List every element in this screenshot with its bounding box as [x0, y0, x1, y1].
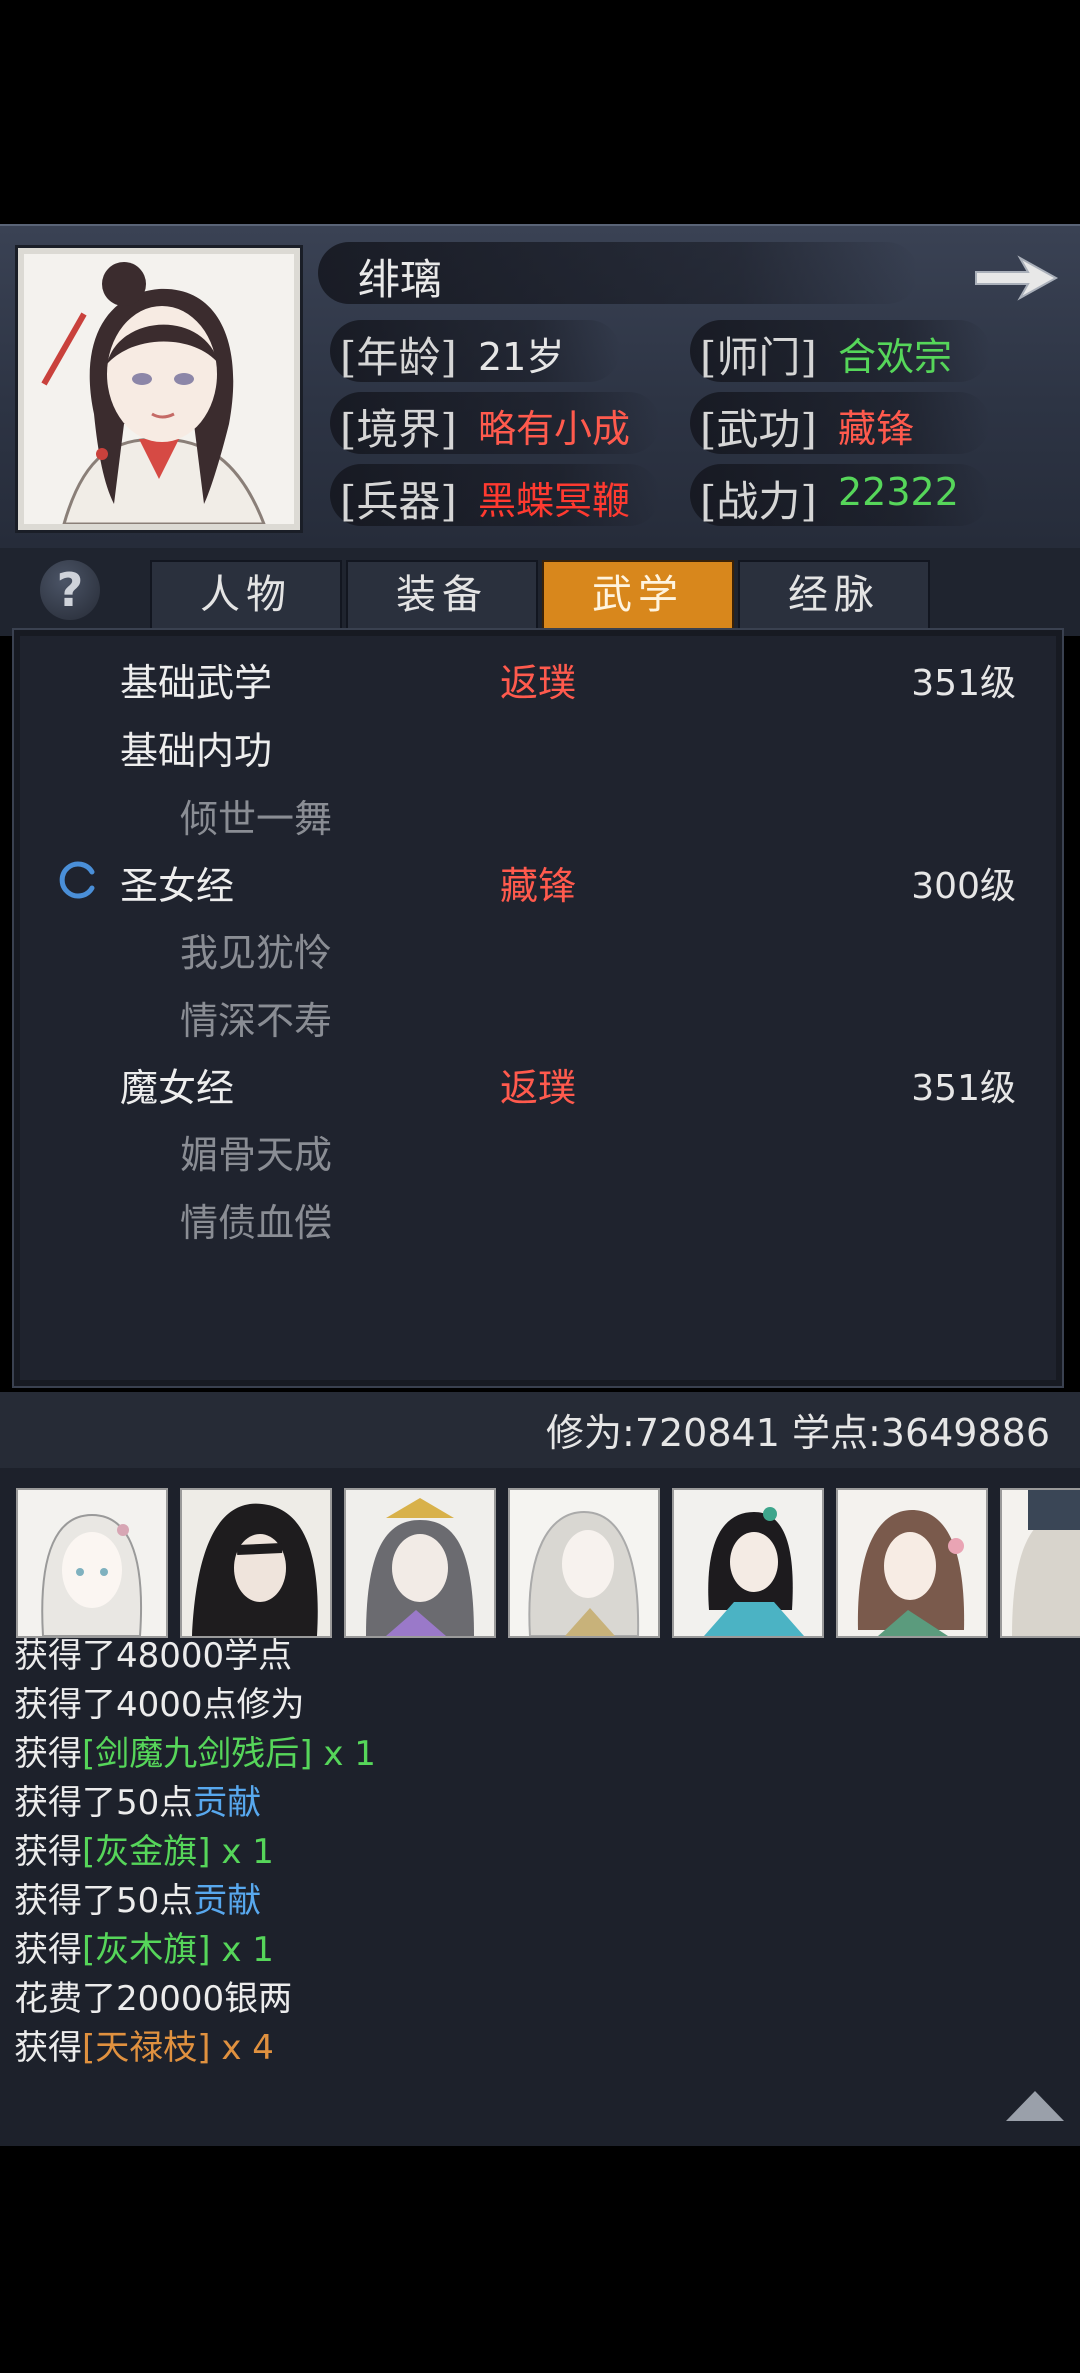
- cultivation-stats: 修为:720841 学点:3649886: [546, 1411, 1050, 1455]
- character-card-image: [182, 1490, 330, 1636]
- portrait-image: [24, 254, 294, 524]
- log-line: 获得[剑魔九剑残后] x 1: [14, 1726, 376, 1775]
- character-card[interactable]: [508, 1488, 660, 1638]
- log-text: 获得了50点: [14, 1881, 194, 1921]
- log-text: 获得: [14, 1832, 82, 1872]
- log-text: 花费了20000银两: [14, 1979, 293, 2019]
- question-icon[interactable]: ?: [40, 560, 100, 620]
- skill-level: 351级: [911, 663, 1016, 704]
- log-line: 获得[灰金旗] x 1: [14, 1824, 274, 1873]
- character-header: 绯璃 [年龄] 21岁 [师门] 合欢宗 [境界] 略有小成 [武功] 藏锋 […: [0, 224, 1080, 548]
- log-line: 获得了4000点修为: [14, 1677, 305, 1726]
- skill-level: 351级: [911, 1068, 1016, 1109]
- age-label: [年龄]: [340, 333, 457, 382]
- log-text: 获得: [14, 2028, 82, 2068]
- character-card-image: [346, 1490, 494, 1636]
- character-card[interactable]: [180, 1488, 332, 1638]
- character-card-image: [1002, 1490, 1080, 1636]
- skill-sub[interactable]: 情债血偿: [180, 1192, 332, 1247]
- tab-meridians[interactable]: 经脉: [738, 560, 930, 630]
- character-card-image: [674, 1490, 822, 1636]
- log-line: 获得了50点贡献: [14, 1873, 261, 1922]
- weapon-value: 黑蝶冥鞭: [478, 479, 631, 523]
- character-card[interactable]: [672, 1488, 824, 1638]
- realm-value: 略有小成: [478, 407, 631, 451]
- tab-equipment[interactable]: 装备: [346, 560, 538, 630]
- log-line: 获得[灰木旗] x 1: [14, 1922, 274, 1971]
- skill-sub[interactable]: 我见犹怜: [180, 922, 332, 977]
- arrow-right-icon[interactable]: [970, 248, 1062, 308]
- log-text: 贡献: [193, 1881, 262, 1921]
- skill-level: 300级: [911, 866, 1016, 907]
- log-text[interactable]: x 1: [313, 1734, 376, 1774]
- character-card[interactable]: [16, 1488, 168, 1638]
- weapon-label: [兵器]: [340, 477, 457, 526]
- skill-name[interactable]: 基础内功: [120, 720, 272, 775]
- character-card[interactable]: [344, 1488, 496, 1638]
- character-name: 绯璃: [358, 255, 443, 304]
- skill-tier: 藏锋: [500, 864, 577, 908]
- sect-label: [师门]: [700, 333, 817, 382]
- skill-tier: 返璞: [500, 1066, 577, 1110]
- power-label: [战力]: [700, 477, 817, 526]
- skill-tier: 返璞: [500, 661, 577, 705]
- tab-martial-arts[interactable]: 武学: [542, 560, 734, 630]
- log-text: 获得了48000学点: [14, 1636, 293, 1676]
- skill-sub[interactable]: 倾世一舞: [180, 788, 332, 843]
- log-text: 获得了50点: [14, 1783, 194, 1823]
- log-text[interactable]: [天禄枝]: [82, 2028, 211, 2068]
- log-text[interactable]: x 4: [211, 2028, 274, 2068]
- character-card-image: [838, 1490, 986, 1636]
- martial-value: 藏锋: [838, 407, 915, 451]
- martial-label: [武功]: [700, 405, 817, 454]
- character-card[interactable]: [836, 1488, 988, 1638]
- log-text[interactable]: [灰木旗]: [82, 1930, 211, 1970]
- spinner-icon: [59, 861, 95, 899]
- realm-label: [境界]: [340, 405, 457, 454]
- log-text: 获得: [14, 1734, 82, 1774]
- skill-name[interactable]: 圣女经: [120, 855, 234, 910]
- skill-sub[interactable]: 媚骨天成: [180, 1124, 332, 1179]
- triangle-up-icon[interactable]: [1002, 2085, 1068, 2125]
- skill-name[interactable]: 魔女经: [120, 1057, 234, 1112]
- log-text[interactable]: x 1: [211, 1832, 274, 1872]
- character-portrait[interactable]: [18, 248, 300, 530]
- skill-sub[interactable]: 情深不寿: [180, 990, 332, 1045]
- character-card-image: [510, 1490, 658, 1636]
- power-value: 22322: [838, 470, 959, 514]
- sect-value: 合欢宗: [838, 335, 953, 379]
- log-text[interactable]: x 1: [211, 1930, 274, 1970]
- log-text: 贡献: [193, 1783, 262, 1823]
- log-text[interactable]: [灰金旗]: [82, 1832, 211, 1872]
- log-line: 获得了50点贡献: [14, 1775, 261, 1824]
- skill-name[interactable]: 基础武学: [120, 652, 272, 707]
- log-line: 获得[天禄枝] x 4: [14, 2020, 274, 2069]
- log-line: 获得了48000学点: [14, 1628, 292, 1677]
- log-text[interactable]: [剑魔九剑残后]: [82, 1734, 313, 1774]
- log-text: 获得了4000点修为: [14, 1685, 305, 1725]
- age-value: 21岁: [478, 335, 565, 379]
- log-line: 花费了20000银两: [14, 1971, 292, 2020]
- tab-character[interactable]: 人物: [150, 560, 342, 630]
- character-card-image: [18, 1490, 166, 1636]
- log-text: 获得: [14, 1930, 82, 1970]
- character-card[interactable]: [1000, 1488, 1080, 1638]
